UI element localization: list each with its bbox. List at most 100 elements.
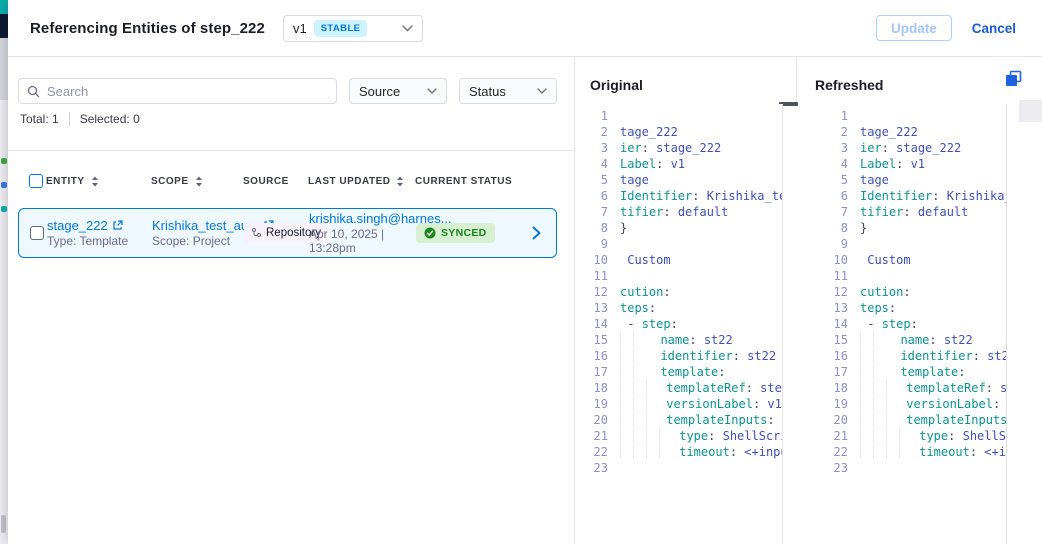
code-line: 3ier: stage_222 xyxy=(815,140,1006,156)
last-updated-by[interactable]: krishika.singh@harnes... xyxy=(309,211,416,226)
divider xyxy=(69,112,70,126)
search-icon xyxy=(27,85,40,98)
line-number: 20 xyxy=(575,412,608,428)
original-panel-title: Original xyxy=(590,77,643,93)
drawer-panel: Referencing Entities of step_222 v1 STAB… xyxy=(8,0,1042,544)
line-number: 12 xyxy=(815,284,848,300)
line-number: 14 xyxy=(815,316,848,332)
code-line: 5tage xyxy=(815,172,1006,188)
code-line: 7tifier: default xyxy=(815,204,1006,220)
code-line: 11 xyxy=(575,268,782,284)
line-number: 2 xyxy=(575,124,608,140)
cancel-button[interactable]: Cancel xyxy=(972,21,1016,36)
original-code-editor[interactable]: 12tage_2223ier: stage_2224Label: v15tage… xyxy=(575,104,783,544)
panel-divider xyxy=(796,57,797,104)
line-number: 13 xyxy=(575,300,608,316)
line-number: 10 xyxy=(575,252,608,268)
source-dropdown[interactable]: Source xyxy=(349,78,447,104)
line-number: 7 xyxy=(575,204,608,220)
scrollbar-track[interactable] xyxy=(1019,100,1042,122)
total-count: Total: 1 xyxy=(20,112,59,126)
line-number: 16 xyxy=(815,348,848,364)
line-number: 22 xyxy=(815,444,848,460)
background-icon xyxy=(1,206,7,212)
line-number: 14 xyxy=(575,316,608,332)
line-number: 12 xyxy=(575,284,608,300)
sort-icon xyxy=(91,176,99,187)
code-line: 21 type: ShellScript xyxy=(815,428,1006,444)
copy-icon[interactable] xyxy=(1003,70,1023,90)
line-number: 17 xyxy=(815,364,848,380)
code-line: 20 templateInputs: xyxy=(575,412,782,428)
line-number: 10 xyxy=(815,252,848,268)
code-line: 17 template: xyxy=(815,364,1006,380)
line-number: 4 xyxy=(815,156,848,172)
background-icon xyxy=(1,158,7,164)
entity-table-row[interactable]: stage_222 Type: Template Krishika_test_a… xyxy=(18,208,557,258)
code-line: 10 Custom xyxy=(815,252,1006,268)
line-number: 19 xyxy=(815,396,848,412)
table-header: ENTITY SCOPE SOURCE LAST UPDATED xyxy=(18,169,557,193)
code-line: 9 xyxy=(815,236,1006,252)
line-number: 21 xyxy=(815,428,848,444)
select-all-checkbox[interactable] xyxy=(29,174,43,188)
update-button[interactable]: Update xyxy=(876,15,952,41)
code-line: 1 xyxy=(815,108,1006,124)
line-number: 16 xyxy=(575,348,608,364)
entity-type: Type: Template xyxy=(47,234,152,248)
code-line: 4Label: v1 xyxy=(575,156,782,172)
selected-count: Selected: 0 xyxy=(80,112,140,126)
line-number: 17 xyxy=(575,364,608,380)
sort-icon xyxy=(396,176,404,187)
chevron-right-icon[interactable] xyxy=(516,226,556,240)
code-line: 23 xyxy=(575,460,782,476)
line-number: 22 xyxy=(575,444,608,460)
search-box[interactable] xyxy=(18,78,337,104)
code-line: 6Identifier: Krishika_test_aut xyxy=(815,188,1006,204)
line-number: 23 xyxy=(815,460,848,476)
code-line: 2tage_222 xyxy=(815,124,1006,140)
line-number: 18 xyxy=(815,380,848,396)
line-number: 11 xyxy=(815,268,848,284)
refreshed-code-editor[interactable]: 12tage_2223ier: stage_2224Label: v15tage… xyxy=(815,104,1007,544)
line-number: 7 xyxy=(815,204,848,220)
code-line: 9 xyxy=(575,236,782,252)
code-line: 7tifier: default xyxy=(575,204,782,220)
column-header-entity[interactable]: ENTITY xyxy=(46,176,151,187)
refreshed-panel-title: Refreshed xyxy=(815,77,883,93)
scope-link[interactable]: Krishika_test_au... xyxy=(152,218,244,233)
status-dropdown[interactable]: Status xyxy=(459,78,557,104)
line-number: 9 xyxy=(815,236,848,252)
column-header-last-updated[interactable]: LAST UPDATED xyxy=(308,176,415,187)
code-line: 20 templateInputs: xyxy=(815,412,1006,428)
code-line: 19 versionLabel: v1 xyxy=(575,396,782,412)
chevron-down-icon xyxy=(380,25,413,32)
entity-link[interactable]: stage_222 xyxy=(47,218,152,233)
line-number: 18 xyxy=(575,380,608,396)
referencing-entities-drawer: Referencing Entities of step_222 v1 STAB… xyxy=(0,0,1042,544)
code-line: 17 template: xyxy=(575,364,782,380)
background-icon xyxy=(1,515,6,533)
line-number: 13 xyxy=(815,300,848,316)
entity-list-pane: Source Status Total: 1 Selected: 0 xyxy=(8,57,575,544)
column-header-scope[interactable]: SCOPE xyxy=(151,176,243,187)
background-navbar xyxy=(0,14,8,38)
code-line: 12cution: xyxy=(575,284,782,300)
column-header-current-status: CURRENT STATUS xyxy=(415,176,515,187)
version-selector[interactable]: v1 STABLE xyxy=(283,15,423,42)
scope-detail: Scope: Project xyxy=(152,234,244,248)
code-line: 18 templateRef: step_222 xyxy=(815,380,1006,396)
code-line: 15 name: st22 xyxy=(575,332,782,348)
yaml-diff-section: Original Refreshed 12tage_2223ier: stage… xyxy=(575,57,1042,544)
code-line: 5tage xyxy=(575,172,782,188)
line-number: 15 xyxy=(575,332,608,348)
code-line: 13teps: xyxy=(815,300,1006,316)
code-line: 19 versionLabel: v1 xyxy=(815,396,1006,412)
code-line: 1 xyxy=(575,108,782,124)
row-checkbox[interactable] xyxy=(30,226,44,240)
search-input[interactable] xyxy=(47,84,328,99)
line-number: 3 xyxy=(575,140,608,156)
code-line: 14 - step: xyxy=(575,316,782,332)
code-line: 16 identifier: st22 xyxy=(575,348,782,364)
external-link-icon xyxy=(112,220,123,231)
